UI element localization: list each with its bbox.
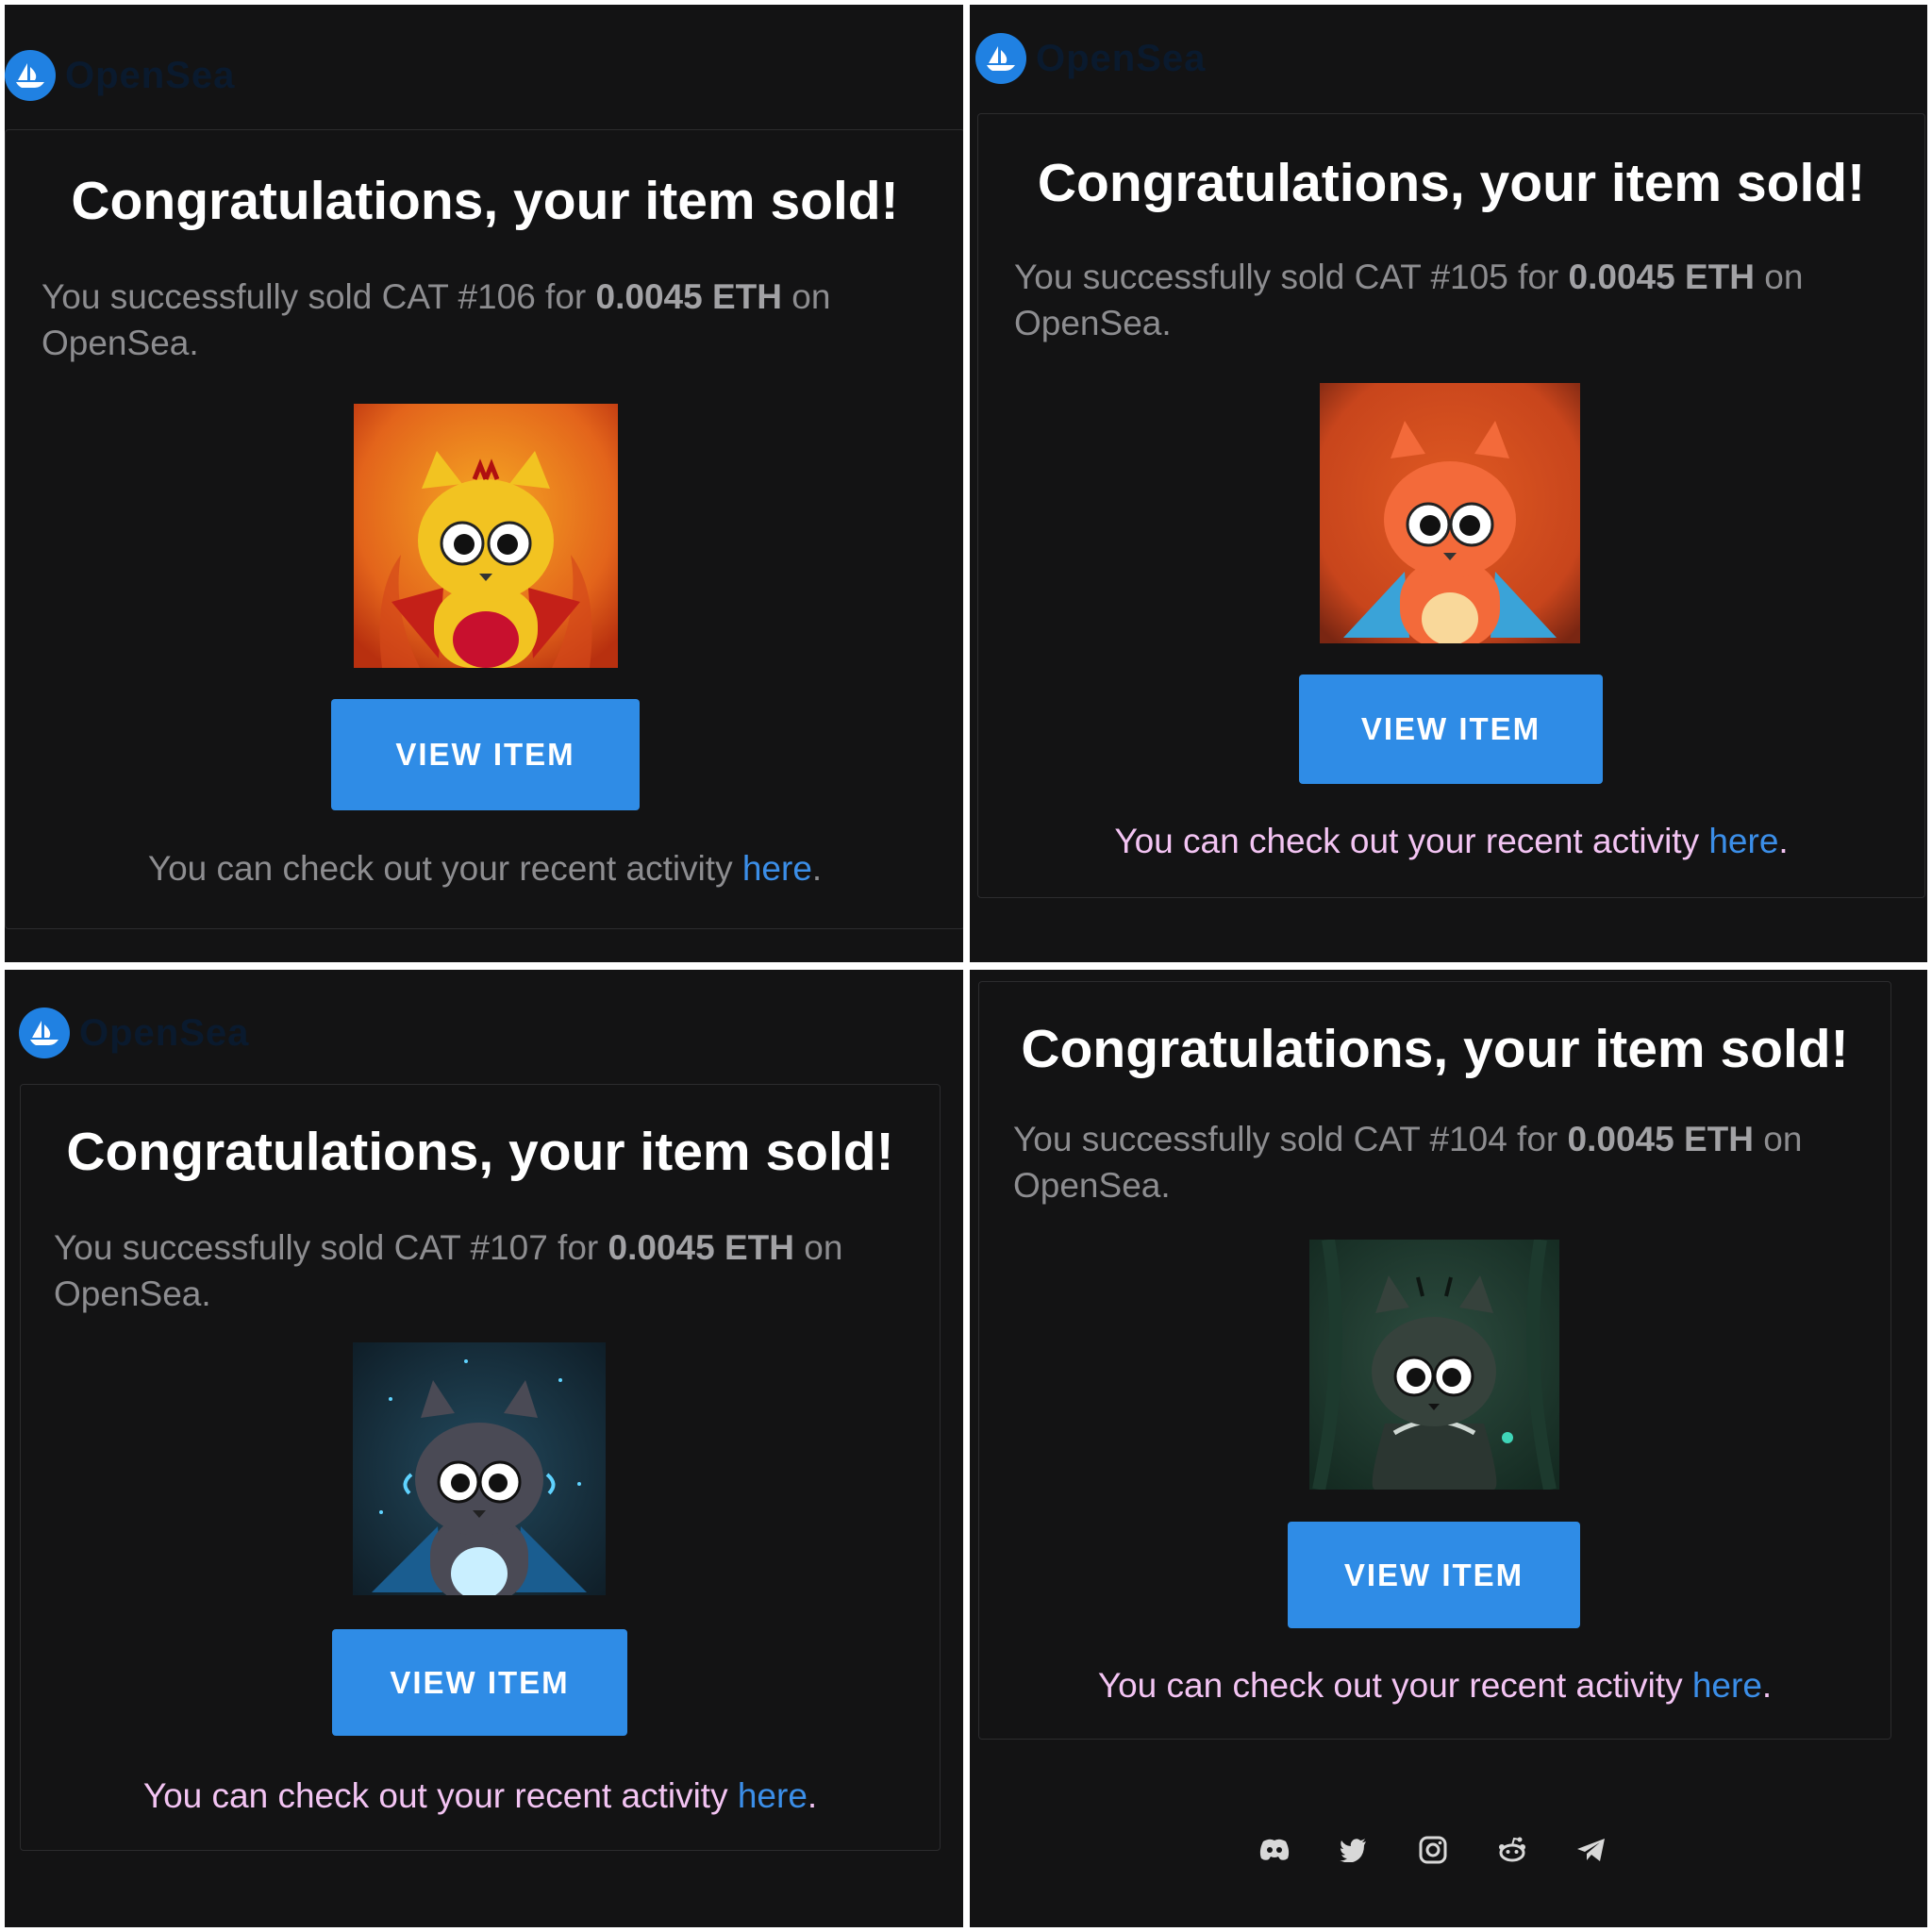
cat-107-nft-image[interactable]	[353, 1342, 606, 1602]
recent-activity-note: You can check out your recent activity h…	[1114, 822, 1789, 860]
sale-title: Congratulations, your item sold!	[71, 171, 899, 231]
sale-card: Congratulations, your item sold! You suc…	[978, 981, 1891, 1740]
opensea-boat-icon	[975, 33, 1026, 84]
recent-activity-note: You can check out your recent activity h…	[147, 849, 823, 888]
opensea-boat-icon	[19, 1008, 70, 1058]
sale-card: Congratulations, your item sold! You suc…	[977, 113, 1925, 898]
sale-card: Congratulations, your item sold! You suc…	[20, 1084, 941, 1851]
sale-card: Congratulations, your item sold! You suc…	[5, 129, 963, 929]
twitter-icon[interactable]	[1337, 1833, 1371, 1867]
opensea-logo[interactable]: OpenSea	[5, 50, 235, 101]
sale-description: You successfully sold CAT #107 for 0.004…	[54, 1228, 843, 1313]
opensea-logo[interactable]: OpenSea	[19, 1008, 249, 1058]
sale-description: You successfully sold CAT #106 for 0.004…	[42, 277, 831, 362]
sale-description: You successfully sold CAT #105 for 0.004…	[1014, 258, 1804, 342]
opensea-logo[interactable]: OpenSea	[975, 33, 1206, 84]
activity-here-link[interactable]: here	[742, 849, 812, 888]
recent-activity-note: You can check out your recent activity h…	[1097, 1666, 1773, 1705]
view-item-button[interactable]: VIEW ITEM	[1288, 1522, 1580, 1628]
opensea-wordmark: OpenSea	[1036, 37, 1207, 79]
email-panel-cat-106: OpenSea Congratulations, your item sold!…	[5, 5, 963, 962]
instagram-icon[interactable]	[1416, 1833, 1450, 1867]
sale-description: You successfully sold CAT #104 for 0.004…	[1013, 1120, 1803, 1205]
view-item-button[interactable]: VIEW ITEM	[1299, 675, 1603, 784]
activity-here-link[interactable]: here	[1708, 822, 1778, 860]
activity-here-link[interactable]: here	[738, 1776, 808, 1815]
telegram-icon[interactable]	[1574, 1833, 1608, 1867]
sale-title: Congratulations, your item sold!	[1021, 1019, 1849, 1079]
cat-104-nft-image[interactable]	[1309, 1238, 1559, 1491]
cat-106-nft-image[interactable]	[354, 404, 618, 668]
activity-here-link[interactable]: here	[1692, 1666, 1762, 1705]
opensea-boat-icon	[5, 50, 56, 101]
discord-icon[interactable]	[1257, 1833, 1291, 1867]
sale-title: Congratulations, your item sold!	[66, 1122, 894, 1182]
view-item-button[interactable]: VIEW ITEM	[332, 1629, 627, 1736]
opensea-wordmark: OpenSea	[79, 1011, 250, 1054]
sale-title: Congratulations, your item sold!	[1037, 153, 1866, 213]
reddit-icon[interactable]	[1495, 1833, 1529, 1867]
opensea-wordmark: OpenSea	[65, 54, 236, 96]
social-links	[1257, 1833, 1608, 1867]
view-item-button[interactable]: VIEW ITEM	[331, 699, 640, 810]
recent-activity-note: You can check out your recent activity h…	[142, 1776, 818, 1815]
cat-105-nft-image[interactable]	[1320, 383, 1580, 647]
email-panel-cat-105: OpenSea Congratulations, your item sold!…	[970, 5, 1927, 962]
email-panel-cat-104: Congratulations, your item sold! You suc…	[970, 970, 1927, 1927]
email-panel-cat-107: OpenSea Congratulations, your item sold!…	[5, 970, 963, 1927]
